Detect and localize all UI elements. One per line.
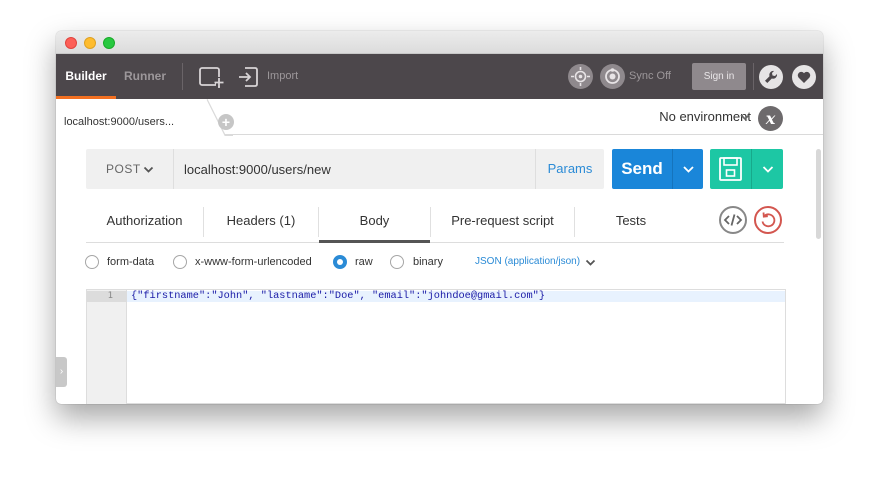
window-minimize-button[interactable]	[84, 37, 96, 49]
code-line[interactable]: {"firstname":"John", "lastname":"Doe", "…	[131, 290, 545, 303]
new-window-icon[interactable]	[199, 66, 225, 88]
chevron-down-icon[interactable]	[585, 259, 596, 267]
body-editor[interactable]: 1 {"firstname":"John", "lastname":"Doe",…	[86, 289, 786, 404]
floppy-icon	[719, 157, 742, 181]
main-toolbar: Builder Runner Import Sync Off Sign in	[56, 54, 823, 99]
chevron-down-icon[interactable]	[739, 113, 751, 121]
request-config-tabs: Authorization Headers (1) Body Pre-reque…	[86, 203, 784, 243]
chevron-down-icon	[683, 166, 694, 173]
environment-select[interactable]: No environment	[659, 99, 751, 135]
title-bar	[56, 31, 823, 54]
tab-authorization[interactable]: Authorization	[86, 203, 203, 243]
url-input[interactable]	[174, 149, 534, 189]
window-close-button[interactable]	[65, 37, 77, 49]
sidebar-toggle-handle[interactable]: ›	[56, 357, 67, 387]
save-options-button[interactable]	[751, 149, 783, 189]
radio-binary[interactable]	[390, 255, 404, 269]
environment-quicklook-button[interactable]: x	[758, 106, 783, 131]
import-icon[interactable]	[237, 66, 259, 88]
content-type-select[interactable]: JSON (application/json)	[475, 253, 580, 271]
save-button[interactable]	[710, 149, 751, 189]
request-tab-active[interactable]: localhost:9000/users...	[56, 99, 216, 136]
chevron-down-icon[interactable]	[143, 166, 154, 174]
send-options-button[interactable]	[672, 149, 703, 189]
chevron-down-icon	[762, 166, 774, 173]
tab-builder[interactable]: Builder	[56, 54, 116, 99]
radio-raw[interactable]	[333, 255, 347, 269]
import-label[interactable]: Import	[267, 54, 298, 99]
code-icon[interactable]	[719, 206, 747, 234]
tab-tests[interactable]: Tests	[575, 203, 687, 243]
radio-label[interactable]: binary	[413, 253, 443, 271]
radio-label[interactable]: x-www-form-urlencoded	[195, 253, 312, 271]
url-bar: POST Params	[86, 149, 604, 189]
heart-icon[interactable]	[792, 65, 816, 89]
tab-runner[interactable]: Runner	[116, 54, 174, 99]
sign-in-button[interactable]: Sign in	[692, 63, 746, 90]
window-maximize-button[interactable]	[103, 37, 115, 49]
toolbar-divider	[753, 63, 754, 90]
add-tab-button[interactable]: +	[218, 114, 234, 130]
params-button[interactable]: Params	[535, 149, 604, 189]
radio-label[interactable]: form-data	[107, 253, 154, 271]
editor-gutter	[87, 290, 127, 404]
app-window: Builder Runner Import Sync Off Sign in l…	[56, 31, 823, 404]
reset-icon[interactable]	[754, 206, 782, 234]
radio-urlencoded[interactable]	[173, 255, 187, 269]
send-button[interactable]: Send	[612, 149, 672, 189]
radio-label[interactable]: raw	[355, 253, 373, 271]
line-number: 1	[107, 291, 113, 301]
method-select[interactable]: POST	[86, 149, 174, 189]
scrollbar[interactable]	[816, 149, 821, 239]
sync-icon[interactable]	[600, 64, 625, 89]
interceptor-icon[interactable]	[568, 64, 593, 89]
tab-body[interactable]: Body	[319, 203, 430, 243]
tab-headers[interactable]: Headers (1)	[204, 203, 318, 243]
sync-status-label[interactable]: Sync Off	[629, 54, 671, 99]
request-tab-label: localhost:9000/users...	[64, 116, 175, 128]
wrench-icon[interactable]	[759, 65, 783, 89]
radio-form-data[interactable]	[85, 255, 99, 269]
toolbar-divider	[182, 63, 183, 90]
tab-pre-request-script[interactable]: Pre-request script	[431, 203, 574, 243]
